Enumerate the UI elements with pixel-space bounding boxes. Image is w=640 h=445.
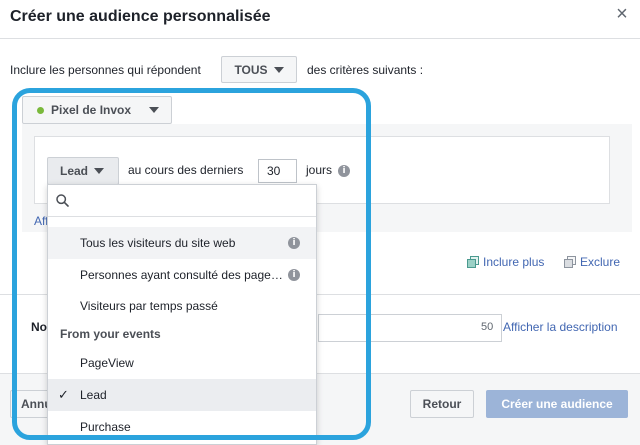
back-button[interactable]: Retour — [410, 390, 474, 418]
copy-icon — [564, 256, 576, 268]
event-dropdown-menu: Tous les visiteurs du site web i Personn… — [47, 184, 317, 445]
caret-down-icon — [273, 66, 284, 73]
include-more-label: Inclure plus — [483, 255, 545, 269]
header-divider — [0, 38, 640, 39]
events-section-header: From your events — [60, 327, 161, 341]
days-unit-text: jours — [306, 163, 333, 177]
info-icon[interactable]: i — [288, 269, 300, 281]
dropdown-item-label: Visiteurs par temps passé — [80, 299, 218, 313]
match-mode-label: TOUS — [234, 62, 268, 77]
checkmark-icon: ✓ — [58, 387, 69, 402]
pixel-selector[interactable]: Pixel de Invox — [22, 96, 172, 124]
audience-name-label: No — [31, 320, 47, 334]
exclude-link[interactable]: Exclure — [564, 255, 620, 269]
dropdown-item-label: Tous les visiteurs du site web — [80, 236, 236, 250]
audience-name-field[interactable] — [318, 314, 502, 342]
dropdown-item-pageview[interactable]: PageView — [48, 347, 316, 379]
match-mode-dropdown[interactable]: TOUS — [221, 56, 297, 83]
dropdown-item-label: Lead — [80, 388, 107, 402]
show-description-link[interactable]: Afficher la description — [503, 320, 618, 334]
event-selector-label: Lead — [60, 164, 89, 178]
dropdown-item-time-spent[interactable]: Visiteurs par temps passé — [48, 290, 316, 322]
dropdown-item-purchase[interactable]: Purchase — [48, 411, 316, 443]
dropdown-search[interactable] — [48, 185, 316, 217]
dropdown-item-label: Personnes ayant consulté des pages spéci… — [80, 268, 288, 282]
include-criteria-text: Inclure les personnes qui répondent — [10, 63, 201, 77]
copy-icon — [467, 256, 479, 268]
search-icon — [56, 194, 69, 207]
caret-down-icon — [94, 168, 105, 174]
char-count: 50 — [481, 321, 494, 333]
pixel-label: Pixel de Invox — [51, 103, 132, 117]
event-selector[interactable]: Lead — [47, 157, 119, 185]
exclude-label: Exclure — [580, 255, 621, 269]
days-input[interactable] — [258, 159, 297, 183]
during-text: au cours des derniers — [128, 163, 244, 177]
dialog-title: Créer une audience personnalisée — [10, 8, 271, 25]
criteria-suffix-text: des critères suivants : — [307, 63, 424, 77]
include-more-link[interactable]: Inclure plus — [467, 255, 544, 269]
dropdown-item-specific-pages[interactable]: Personnes ayant consulté des pages spéci… — [48, 259, 316, 291]
create-audience-button[interactable]: Créer une audience — [486, 390, 628, 418]
info-icon[interactable]: i — [288, 237, 300, 249]
dropdown-item-all-visitors[interactable]: Tous les visiteurs du site web i — [48, 227, 316, 259]
info-icon[interactable]: i — [338, 165, 350, 177]
close-icon[interactable]: × — [611, 4, 633, 26]
status-dot-icon — [37, 106, 44, 114]
caret-down-icon — [149, 107, 159, 113]
dropdown-item-lead[interactable]: ✓ Lead — [48, 379, 316, 411]
dropdown-item-label: Purchase — [80, 420, 131, 434]
dropdown-item-label: PageView — [80, 356, 134, 370]
